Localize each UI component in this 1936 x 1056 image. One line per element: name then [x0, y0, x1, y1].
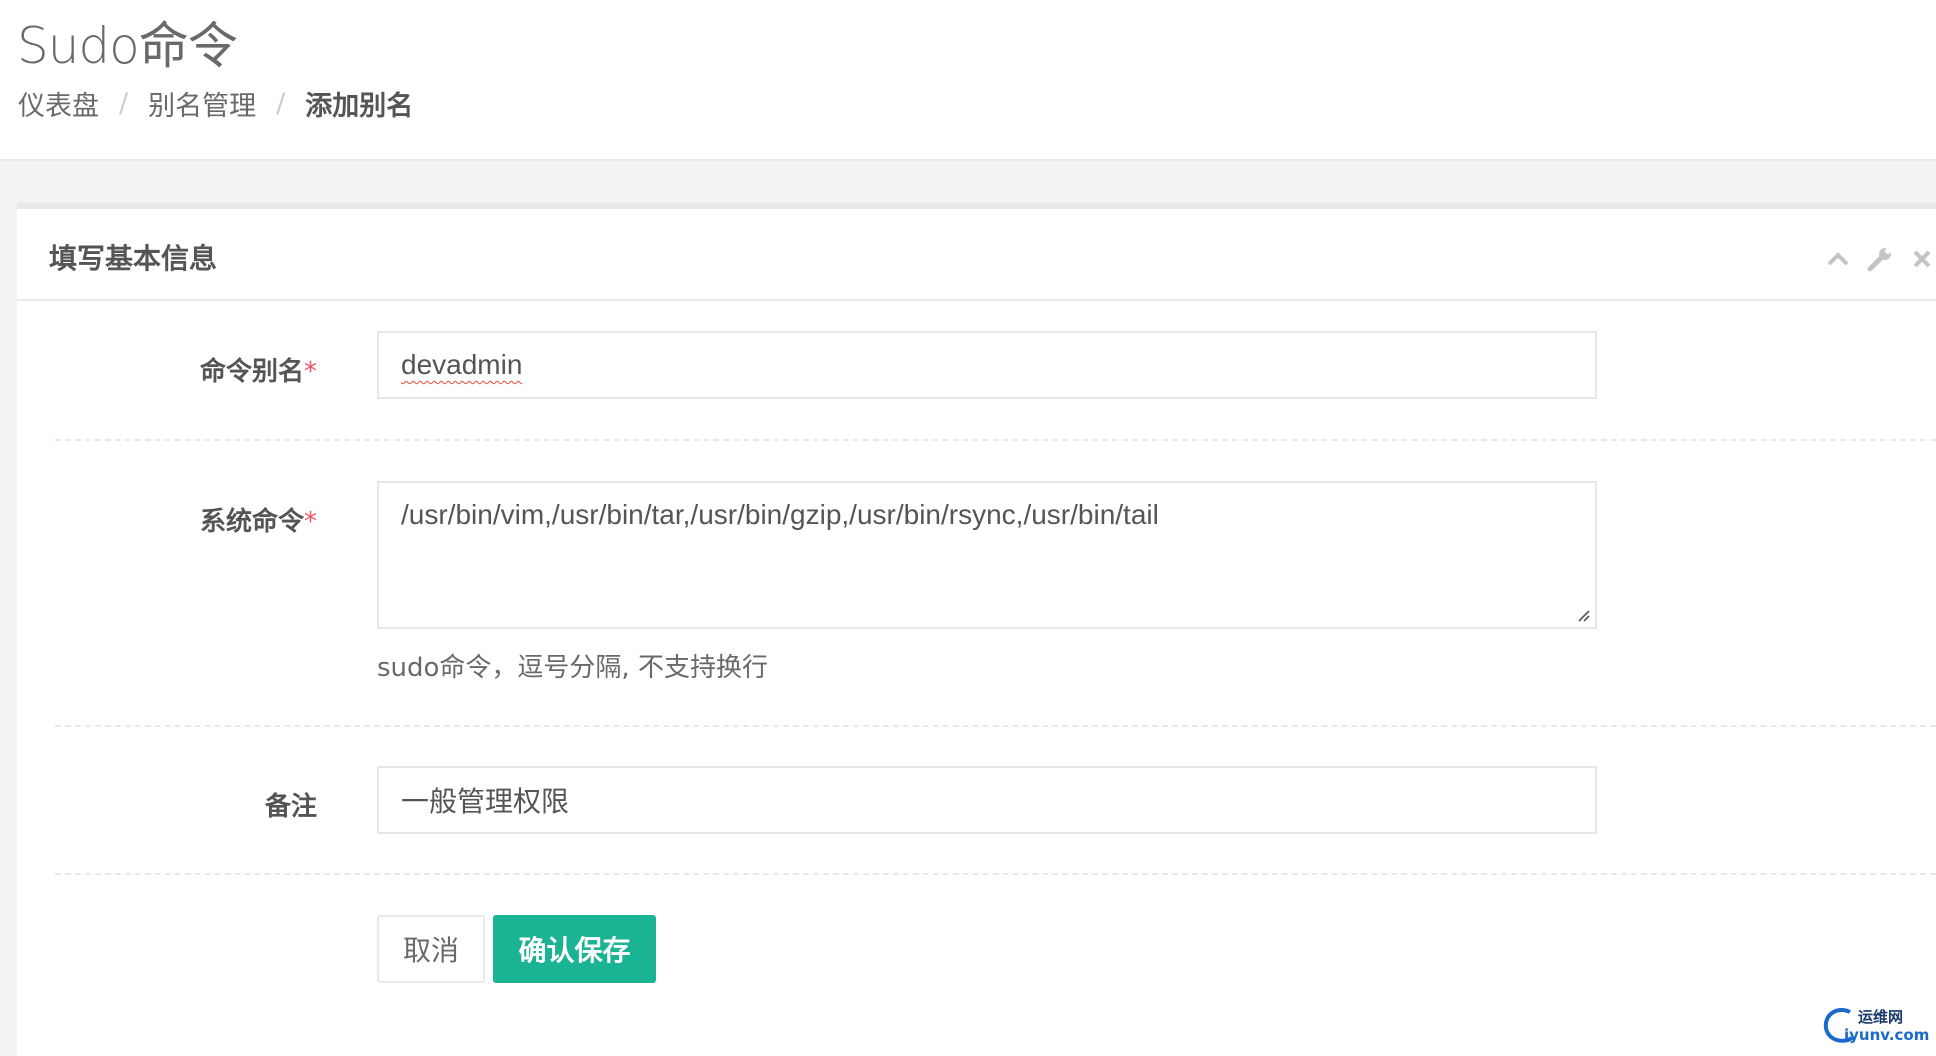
alias-input[interactable]: devadmin [377, 331, 1597, 399]
wrench-icon[interactable] [1866, 245, 1894, 273]
divider [55, 439, 1936, 441]
note-label: 备注 [264, 792, 317, 822]
command-help-text: sudo命令，逗号分隔, 不支持换行 [377, 653, 768, 683]
page-title: Sudo命令 [17, 17, 238, 75]
breadcrumb-separator: / [276, 88, 286, 119]
close-icon[interactable] [1908, 245, 1936, 273]
page-heading: Sudo命令 仪表盘 / 别名管理 / 添加别名 [0, 0, 1936, 161]
breadcrumb-add-alias: 添加别名 [305, 91, 414, 122]
required-mark: * [304, 357, 317, 387]
alias-label: 命令别名* [199, 357, 317, 387]
command-text: /usr/bin/vim,/usr/bin/tar,/usr/bin/gzip,… [401, 499, 1159, 530]
breadcrumb-separator: / [119, 88, 129, 119]
form-panel: 填写基本信息 命令别名* devadmin 系统命令* /usr/bin/vim… [17, 203, 1936, 1056]
cancel-button[interactable]: 取消 [377, 915, 485, 983]
resize-handle-icon[interactable] [1575, 607, 1591, 623]
panel-tools [1824, 245, 1936, 273]
breadcrumb-dashboard[interactable]: 仪表盘 [18, 84, 99, 123]
command-label: 系统命令* [199, 507, 317, 537]
panel-header: 填写基本信息 [17, 209, 1936, 301]
watermark-line2: iyunv.com [1844, 1026, 1930, 1044]
watermark-logo: 运维网 iyunv.com [1820, 1004, 1930, 1048]
watermark-line1: 运维网 [1858, 1008, 1904, 1026]
divider [55, 873, 1936, 875]
chevron-up-icon[interactable] [1824, 245, 1852, 273]
panel-title: 填写基本信息 [49, 242, 218, 275]
breadcrumb: 仪表盘 / 别名管理 / 添加别名 [18, 84, 413, 123]
breadcrumb-alias-management[interactable]: 别名管理 [148, 84, 256, 123]
save-button[interactable]: 确认保存 [493, 915, 656, 983]
required-mark: * [304, 507, 317, 537]
note-input[interactable]: 一般管理权限 [377, 766, 1597, 834]
command-textarea[interactable]: /usr/bin/vim,/usr/bin/tar,/usr/bin/gzip,… [377, 481, 1597, 629]
divider [55, 725, 1936, 727]
